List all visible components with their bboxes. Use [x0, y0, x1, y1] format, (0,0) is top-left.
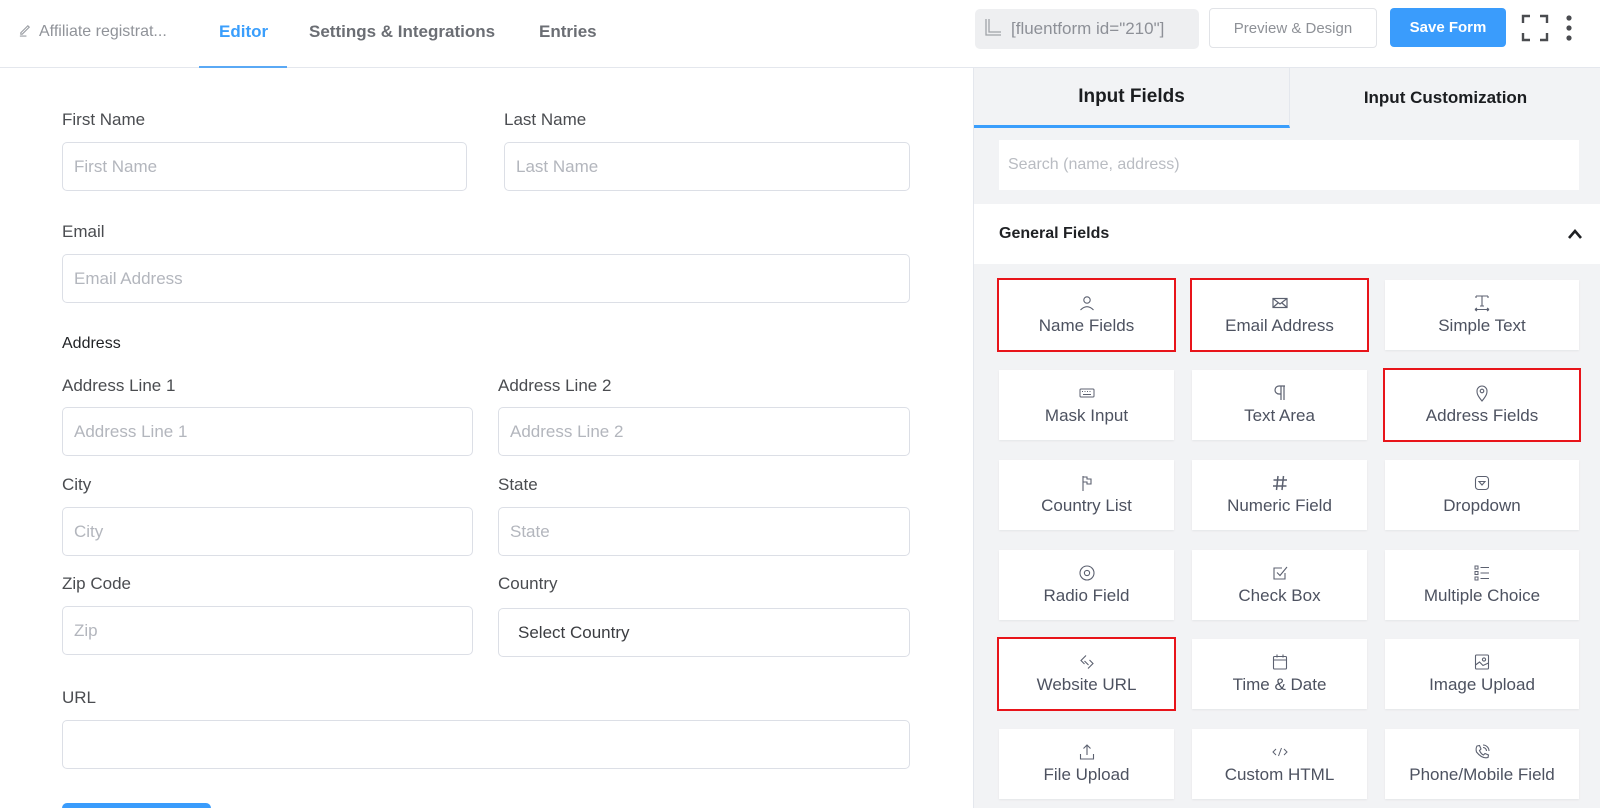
chevron-up-icon[interactable]	[1567, 227, 1583, 241]
url-label: URL	[62, 688, 97, 707]
envelope-icon	[1271, 294, 1289, 312]
field-card-label: File Upload	[1043, 765, 1130, 784]
more-options-icon[interactable]	[1564, 14, 1574, 42]
state-input[interactable]: State	[498, 507, 910, 556]
address-section-label: Address	[62, 335, 121, 352]
image-icon	[1473, 653, 1491, 671]
field-card-numeric-field[interactable]: Numeric Field	[1192, 460, 1367, 530]
map-pin-icon	[1473, 384, 1491, 402]
zip-input[interactable]: Zip	[62, 606, 473, 655]
country-select[interactable]: Select Country	[498, 608, 910, 657]
state-label: State	[498, 475, 538, 494]
field-card-email-address[interactable]: Email Address	[1190, 278, 1369, 352]
copy-icon	[983, 17, 1003, 42]
field-card-check-box[interactable]: Check Box	[1192, 550, 1367, 620]
field-card-label: Image Upload	[1429, 675, 1535, 694]
pencil-icon	[18, 22, 33, 42]
group-title: General Fields	[999, 225, 1110, 242]
field-card-label: Mask Input	[1044, 406, 1129, 425]
tab-editor[interactable]: Editor	[198, 22, 288, 69]
field-card-label: Email Address	[1225, 316, 1334, 335]
url-input[interactable]	[62, 720, 910, 769]
field-card-time-date[interactable]: Time & Date	[1192, 639, 1367, 709]
field-card-label: Country List	[1041, 496, 1132, 515]
field-card-custom-html[interactable]: Custom HTML	[1192, 729, 1367, 799]
first-name-input[interactable]: First Name	[62, 142, 467, 191]
field-card-label: Dropdown	[1443, 496, 1521, 515]
shortcode-text: [fluentform id="210"]	[1011, 19, 1165, 38]
fields-panel: Input Fields Input Customization Search …	[973, 68, 1600, 808]
zip-label: Zip Code	[62, 574, 131, 593]
address-line1-input[interactable]: Address Line 1	[62, 407, 473, 456]
fullscreen-icon[interactable]	[1521, 14, 1549, 42]
address-line2-input[interactable]: Address Line 2	[498, 407, 910, 456]
city-label: City	[62, 475, 92, 494]
address-line1-label: Address Line 1	[62, 376, 176, 395]
field-card-country-list[interactable]: Country List	[999, 460, 1174, 530]
field-card-name-fields[interactable]: Name Fields	[997, 278, 1176, 352]
field-card-label: Multiple Choice	[1423, 586, 1541, 605]
field-card-label: Time & Date	[1232, 675, 1327, 694]
country-label: Country	[498, 574, 558, 593]
tab-input-fields[interactable]: Input Fields	[974, 68, 1290, 128]
user-icon	[1078, 294, 1096, 312]
field-card-label: Check Box	[1238, 586, 1321, 605]
field-card-website-url[interactable]: Website URL	[997, 637, 1176, 711]
field-card-simple-text[interactable]: Simple Text	[1385, 280, 1579, 350]
email-input[interactable]: Email Address	[62, 254, 910, 303]
save-form-button[interactable]: Save Form	[1390, 8, 1506, 47]
flag-icon	[1078, 474, 1096, 492]
dropdown-icon	[1473, 474, 1491, 492]
field-card-label: Simple Text	[1438, 316, 1526, 335]
field-card-label: Numeric Field	[1227, 496, 1332, 515]
shortcode-copy[interactable]: [fluentform id="210"]	[975, 9, 1199, 49]
preview-design-button[interactable]: Preview & Design	[1209, 8, 1377, 48]
form-title[interactable]: Affiliate registrat...	[18, 22, 167, 42]
field-card-label: Custom HTML	[1224, 765, 1335, 784]
list-icon	[1473, 564, 1491, 582]
calendar-icon	[1271, 653, 1289, 671]
field-card-radio-field[interactable]: Radio Field	[999, 550, 1174, 620]
field-card-label: Radio Field	[1043, 586, 1130, 605]
field-card-label: Phone/Mobile Field	[1409, 765, 1555, 784]
field-search-input[interactable]: Search (name, address)	[999, 140, 1579, 190]
field-card-phone-mobile-field[interactable]: Phone/Mobile Field	[1385, 729, 1579, 799]
hash-icon	[1271, 474, 1289, 492]
city-input[interactable]: City	[62, 507, 473, 556]
field-card-label: Address Fields	[1425, 406, 1539, 425]
field-card-mask-input[interactable]: Mask Input	[999, 370, 1174, 440]
phone-icon	[1473, 743, 1491, 761]
first-name-label: First Name	[62, 110, 146, 129]
text-cursor-icon	[1473, 294, 1491, 312]
field-card-file-upload[interactable]: File Upload	[999, 729, 1174, 799]
link-icon	[1078, 653, 1096, 671]
field-card-dropdown[interactable]: Dropdown	[1385, 460, 1579, 530]
submit-button[interactable]	[62, 803, 211, 808]
field-card-label: Text Area	[1244, 406, 1315, 425]
field-card-label: Name Fields	[1038, 316, 1135, 335]
tab-entries[interactable]: Entries	[539, 22, 597, 68]
field-card-multiple-choice[interactable]: Multiple Choice	[1385, 550, 1579, 620]
general-fields-header[interactable]: General Fields	[974, 204, 1600, 264]
checkbox-icon	[1271, 564, 1289, 582]
code-icon	[1271, 743, 1289, 761]
field-card-image-upload[interactable]: Image Upload	[1385, 639, 1579, 709]
keyboard-icon	[1078, 384, 1096, 402]
address-line2-label: Address Line 2	[498, 376, 612, 395]
field-card-label: Website URL	[1036, 675, 1137, 694]
radio-icon	[1078, 564, 1096, 582]
field-card-text-area[interactable]: Text Area	[1192, 370, 1367, 440]
paragraph-icon	[1271, 384, 1289, 402]
tab-input-customization[interactable]: Input Customization	[1290, 68, 1600, 128]
last-name-input[interactable]: Last Name	[504, 142, 910, 191]
upload-icon	[1078, 743, 1096, 761]
top-bar: Affiliate registrat... Editor Settings &…	[0, 0, 1600, 69]
last-name-label: Last Name	[504, 110, 587, 129]
email-label: Email	[62, 222, 105, 241]
form-title-text: Affiliate registrat...	[39, 23, 167, 40]
field-card-address-fields[interactable]: Address Fields	[1383, 368, 1581, 442]
tab-settings-integrations[interactable]: Settings & Integrations	[309, 22, 495, 68]
